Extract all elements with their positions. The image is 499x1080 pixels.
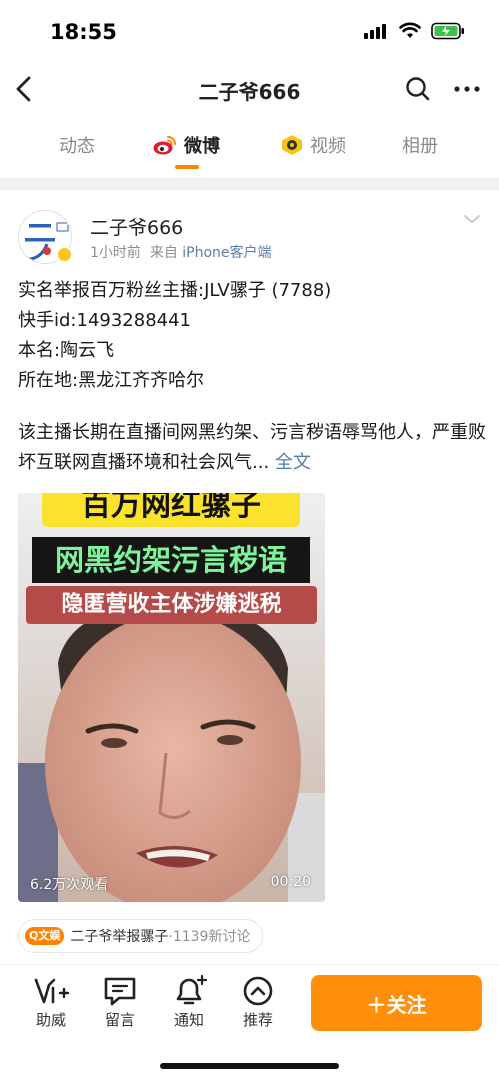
post-line: 快手id:1493288441 — [18, 310, 192, 331]
weibo-icon — [153, 136, 176, 155]
topic-text: 二子爷举报骡子·1139新讨论 — [70, 926, 250, 946]
topic-count: 1139新讨论 — [172, 929, 251, 945]
recommend-button[interactable]: 推荐 — [228, 975, 288, 1030]
tab-label: 相册 — [402, 136, 438, 157]
author-name[interactable]: 二子爷666 — [90, 213, 183, 240]
topic-badge: Q文娱 — [25, 927, 65, 945]
wifi-icon — [399, 22, 421, 38]
status-icons — [363, 22, 465, 40]
nav-bar: 二子爷666 — [0, 62, 499, 117]
more-icon[interactable] — [452, 75, 482, 103]
notify-button[interactable]: 通知 — [159, 975, 219, 1030]
video-icon — [282, 135, 302, 155]
cheer-icon — [34, 978, 69, 1004]
verified-badge — [56, 246, 73, 263]
action-label: 助威 — [35, 1011, 66, 1029]
source-prefix: 来自 — [149, 245, 178, 261]
profile-tabs: 动态 微博 视频 相册 — [0, 118, 499, 173]
home-indicator — [160, 1063, 339, 1069]
comment-icon — [104, 977, 136, 1006]
post-source[interactable]: iPhone客户端 — [182, 245, 271, 261]
active-tab-indicator — [175, 165, 199, 169]
battery-icon — [431, 22, 464, 40]
tab-video[interactable]: 视频 — [280, 132, 346, 158]
video-views: 6.2万次观看 — [30, 877, 109, 893]
post-body: 该主播长期在直播间网黑约架、污言秽语辱骂他人，严重败坏互联网直播环境和社会风气.… — [18, 418, 488, 478]
chevron-down-icon[interactable] — [462, 212, 482, 226]
topic-title: 二子爷举报骡子 — [70, 929, 169, 945]
comment-button[interactable]: 留言 — [90, 975, 150, 1030]
video-player[interactable]: 百万网红骡子 网黑约架污言秽语 隐匿营收主体涉嫌逃税 6.2万次观看 00:20 — [18, 493, 325, 902]
search-icon[interactable] — [404, 75, 432, 103]
post-time: 1小时前 — [90, 245, 141, 261]
tab-weibo[interactable]: 微博 — [152, 132, 220, 158]
post-line: 所在地:黑龙江齐齐哈尔 — [18, 370, 205, 391]
tab-dynamics[interactable]: 动态 — [59, 132, 95, 158]
topic-chip[interactable]: Q文娱 二子爷举报骡子·1139新讨论 — [18, 919, 264, 953]
section-divider — [0, 178, 499, 190]
tab-label: 视频 — [310, 136, 346, 157]
tab-label: 微博 — [184, 136, 220, 157]
post-line: 本名:陶云飞 — [18, 340, 115, 361]
video-banner-title: 百万网红骡子 — [42, 493, 300, 527]
post-line: 实名举报百万粉丝主播:JLV骡子 (7788) — [18, 280, 332, 301]
tab-album[interactable]: 相册 — [402, 132, 438, 158]
bell-icon — [176, 975, 207, 1005]
cheer-button[interactable]: 助威 — [21, 975, 81, 1030]
fulltext-link[interactable]: 全文 — [275, 452, 311, 473]
video-banner-caption: 隐匿营收主体涉嫌逃税 — [26, 586, 317, 624]
bottom-action-bar: 助威 留言 通知 推荐 ＋关注 — [0, 964, 499, 1080]
video-banner-subtitle: 网黑约架污言秽语 — [32, 537, 310, 583]
recommend-icon — [243, 976, 273, 1006]
action-label: 留言 — [104, 1011, 135, 1029]
status-time: 18:55 — [50, 20, 117, 44]
action-label: 推荐 — [242, 1011, 273, 1029]
post-text: 实名举报百万粉丝主播:JLV骡子 (7788) 快手id:1493288441 … — [18, 276, 488, 478]
signal-icon — [364, 24, 386, 39]
video-duration: 00:20 — [270, 874, 311, 890]
status-bar: 18:55 — [0, 0, 499, 62]
action-label: 通知 — [173, 1011, 204, 1029]
post-meta: 1小时前 来自 iPhone客户端 — [90, 242, 272, 262]
follow-button[interactable]: ＋关注 — [311, 975, 482, 1031]
post-body-text: 该主播长期在直播间网黑约架、污言秽语辱骂他人，严重败坏互联网直播环境和社会风气.… — [18, 422, 486, 473]
tab-label: 动态 — [59, 136, 95, 157]
